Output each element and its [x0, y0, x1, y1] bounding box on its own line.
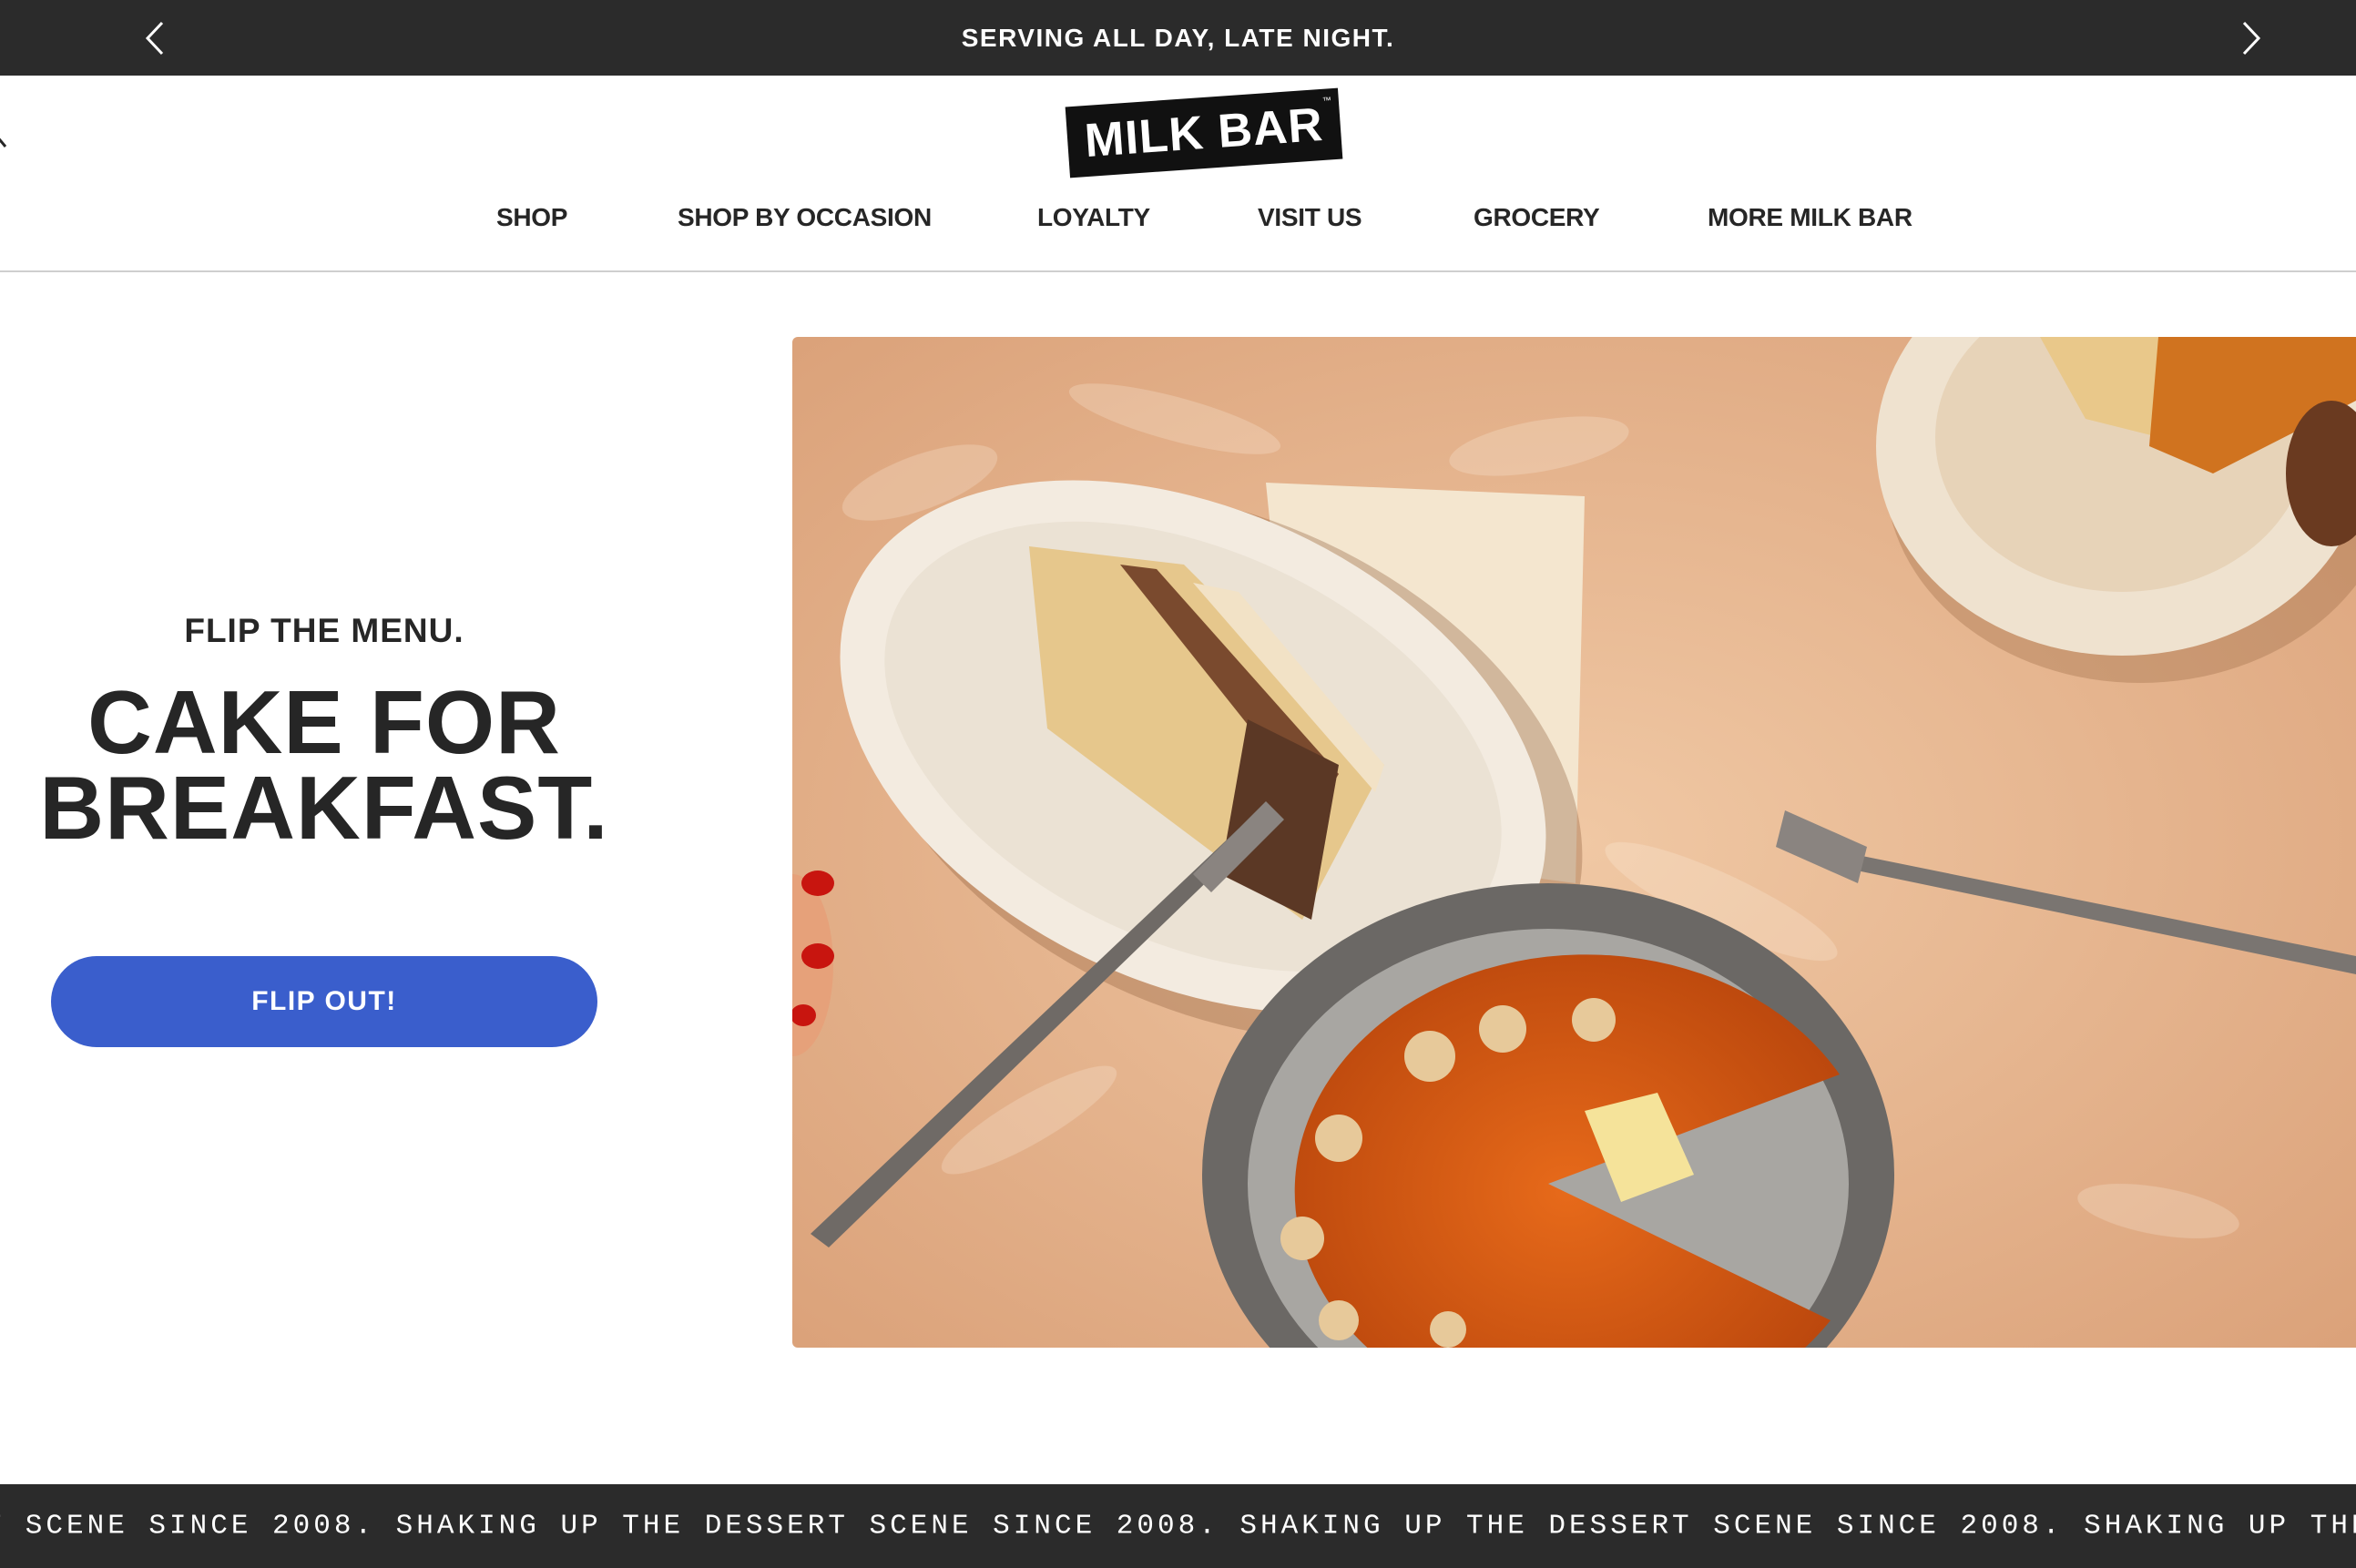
milk-bar-logo[interactable]: MILK BAR ™ [1065, 87, 1343, 178]
announcement-text: SERVING ALL DAY, LATE NIGHT. [961, 23, 1395, 52]
marquee-text: RT SCENE SINCE 2008. SHAKING UP THE DESS… [0, 1510, 2356, 1543]
nav-shop-by-occasion[interactable]: SHOP BY OCCASION [678, 203, 932, 232]
nav-shop[interactable]: SHOP [496, 203, 567, 232]
chevron-left-icon[interactable] [133, 16, 177, 60]
headline-line-2: BREAKFAST. [39, 758, 609, 858]
dessert-photo-illustration [792, 337, 2356, 1348]
headline-line-1: CAKE FOR [87, 672, 561, 772]
flip-out-button[interactable]: FLIP OUT! [51, 956, 597, 1047]
hero-kicker: FLIP THE MENU. [184, 612, 464, 649]
site-header: MILK BAR ™ SHOP SHOP BY OCCASION LOYALTY… [0, 76, 2356, 272]
hero-headline: CAKE FOR BREAKFAST. [0, 672, 648, 858]
nav-visit-us[interactable]: VISIT US [1258, 203, 1362, 232]
marquee-bar: RT SCENE SINCE 2008. SHAKING UP THE DESS… [0, 1484, 2356, 1568]
hero-image [792, 337, 2356, 1348]
nav-grocery[interactable]: GROCERY [1474, 203, 1600, 232]
partial-chevron-icon [0, 132, 15, 154]
nav-loyalty[interactable]: LOYALTY [1037, 203, 1150, 232]
chevron-right-icon[interactable] [2229, 16, 2273, 60]
announcement-bar: SERVING ALL DAY, LATE NIGHT. [0, 0, 2356, 76]
nav-more-milk-bar[interactable]: MORE MILK BAR [1708, 203, 1912, 232]
flip-out-button-label: FLIP OUT! [251, 986, 397, 1016]
trademark-mark: ™ [1321, 96, 1332, 107]
logo-text: MILK BAR [1083, 97, 1325, 168]
